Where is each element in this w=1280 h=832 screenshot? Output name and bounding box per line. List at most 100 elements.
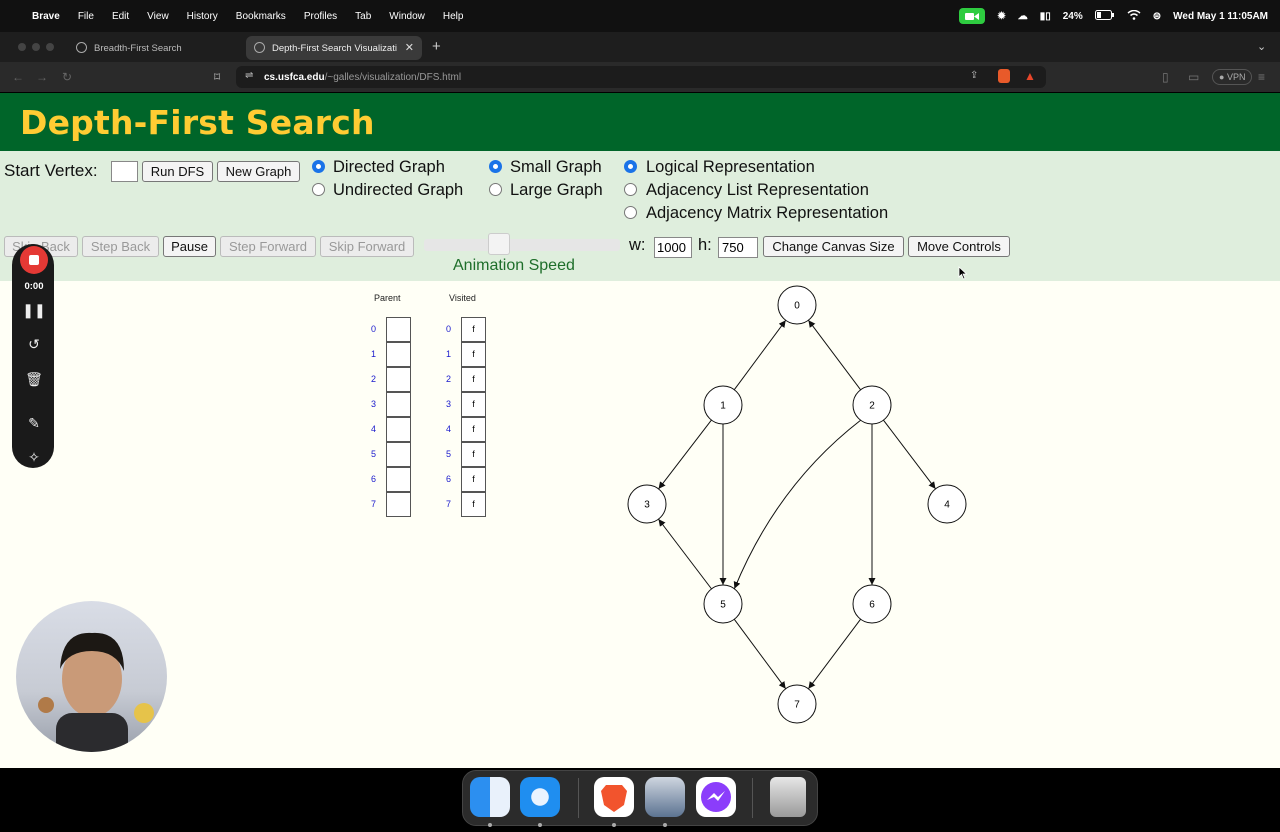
page-header: Depth-First Search — [0, 93, 1280, 151]
address-bar[interactable]: ⇌ cs.usfca.edu/~galles/visualization/DFS… — [236, 66, 1046, 88]
graph-edge — [733, 419, 861, 589]
animation-speed-label: Animation Speed — [453, 257, 575, 274]
canvas-width-input[interactable]: 1000 — [654, 237, 692, 258]
canvas-height-input[interactable]: 750 — [718, 237, 758, 258]
brightness-icon[interactable]: ✹ — [997, 11, 1005, 22]
menu-app-name[interactable]: Brave — [32, 11, 60, 22]
trash-bin-icon[interactable] — [770, 777, 806, 817]
tab-breadth-first-search[interactable]: Breadth-First Search — [68, 36, 240, 60]
step-forward-button[interactable]: Step Forward — [220, 236, 316, 257]
parent-index: 7 — [371, 499, 377, 509]
pencil-icon[interactable]: ✎ — [20, 415, 48, 432]
running-indicator — [612, 823, 616, 827]
parent-index: 6 — [371, 474, 377, 484]
menu-help[interactable]: Help — [443, 11, 464, 22]
visited-index: 0 — [446, 324, 452, 334]
window-layout-icon[interactable]: ▮▯ — [1040, 11, 1051, 22]
bookmark-icon[interactable]: ⌑ — [214, 70, 220, 84]
window-zoom-button[interactable] — [46, 43, 54, 51]
graph-edge — [883, 419, 936, 490]
small-graph-radio[interactable] — [489, 160, 502, 173]
window-minimize-button[interactable] — [32, 43, 40, 51]
large-graph-radio[interactable] — [489, 183, 502, 196]
graph-edge — [733, 618, 787, 690]
parent-cell — [386, 392, 411, 417]
vpn-label: VPN — [1226, 72, 1246, 82]
cloud-icon[interactable]: ☁ — [1018, 11, 1028, 22]
adjacency-matrix-radio[interactable] — [624, 206, 637, 219]
mouse-cursor-icon — [958, 266, 968, 280]
tab-label: Depth-First Search Visualizati — [272, 42, 397, 54]
width-label: w: — [629, 236, 646, 254]
brave-rewards-icon[interactable]: ▲ — [1024, 69, 1036, 83]
graph-edge — [807, 618, 862, 690]
parent-index: 1 — [371, 349, 377, 359]
sidebar-toggle-icon[interactable]: ▯ — [1162, 70, 1169, 84]
menu-profiles[interactable]: Profiles — [304, 11, 337, 22]
tab-label: Breadth-First Search — [94, 42, 182, 54]
pause-button[interactable]: Pause — [163, 236, 216, 257]
share-icon[interactable]: ⇪ — [970, 70, 978, 81]
menu-edit[interactable]: Edit — [112, 11, 129, 22]
parent-cell — [386, 492, 411, 517]
running-indicator — [538, 823, 542, 827]
run-dfs-button[interactable]: Run DFS — [142, 161, 213, 182]
visited-index: 3 — [446, 399, 452, 409]
animation-speed-thumb[interactable] — [488, 233, 510, 255]
webcam-bubble[interactable] — [16, 601, 167, 752]
vertex-label: 3 — [644, 500, 650, 511]
parent-cell — [386, 442, 411, 467]
trash-icon[interactable]: 🗑 — [20, 371, 48, 388]
brave-browser-icon[interactable] — [594, 777, 634, 817]
recording-timer: 0:00 — [24, 281, 44, 292]
new-tab-icon[interactable]: + — [432, 38, 441, 55]
menubar-clock[interactable]: Wed May 1 11:05AM — [1173, 11, 1268, 22]
battery-icon[interactable] — [1094, 9, 1115, 23]
effects-wand-icon[interactable]: ✧ — [20, 449, 48, 466]
directed-graph-radio[interactable] — [312, 160, 325, 173]
finder-icon[interactable] — [470, 777, 510, 817]
menu-bookmarks[interactable]: Bookmarks — [236, 11, 286, 22]
parent-index: 0 — [371, 324, 377, 334]
brave-shields-icon[interactable] — [998, 69, 1010, 83]
reload-icon[interactable]: ↻ — [62, 70, 72, 84]
new-graph-button[interactable]: New Graph — [217, 161, 300, 182]
menu-tab[interactable]: Tab — [355, 11, 371, 22]
hamburger-menu-icon[interactable]: ≡ — [1258, 70, 1265, 84]
menu-window[interactable]: Window — [389, 11, 425, 22]
pause-icon[interactable]: ❚❚ — [20, 302, 48, 319]
undirected-graph-radio[interactable] — [312, 183, 325, 196]
back-arrow-icon[interactable]: ← — [12, 70, 24, 84]
skip-forward-button[interactable]: Skip Forward — [320, 236, 414, 257]
menu-history[interactable]: History — [187, 11, 218, 22]
safari-icon[interactable] — [520, 777, 560, 817]
move-controls-button[interactable]: Move Controls — [908, 236, 1010, 257]
menu-view[interactable]: View — [147, 11, 169, 22]
start-vertex-input[interactable] — [111, 161, 138, 182]
change-canvas-size-button[interactable]: Change Canvas Size — [763, 236, 904, 257]
preview-icon[interactable] — [645, 777, 685, 817]
visited-cell: f — [461, 467, 486, 492]
graph-edge — [658, 518, 712, 590]
step-back-button[interactable]: Step Back — [82, 236, 159, 257]
tab-list-chevron-icon[interactable]: ⌄ — [1257, 40, 1266, 53]
close-tab-icon[interactable]: ✕ — [405, 41, 414, 54]
wallet-icon[interactable]: ▭ — [1188, 70, 1199, 84]
adjacency-list-radio[interactable] — [624, 183, 637, 196]
camera-active-icon[interactable] — [959, 8, 986, 24]
messenger-icon[interactable] — [696, 777, 736, 817]
vpn-button[interactable]: ● VPN — [1212, 69, 1253, 85]
site-settings-icon[interactable]: ⇌ — [245, 70, 253, 81]
wifi-icon[interactable] — [1127, 9, 1141, 23]
control-center-icon[interactable]: ⊜ — [1153, 11, 1161, 22]
visited-cell: f — [461, 417, 486, 442]
restart-icon[interactable]: ↺ — [20, 336, 48, 353]
menu-file[interactable]: File — [78, 11, 94, 22]
animation-speed-slider[interactable] — [424, 239, 620, 251]
tab-depth-first-search[interactable]: Depth-First Search Visualizati ✕ — [246, 36, 422, 60]
forward-arrow-icon[interactable]: → — [36, 70, 48, 84]
running-indicator — [663, 823, 667, 827]
window-close-button[interactable] — [18, 43, 26, 51]
stop-recording-button[interactable] — [20, 246, 48, 274]
logical-representation-radio[interactable] — [624, 160, 637, 173]
